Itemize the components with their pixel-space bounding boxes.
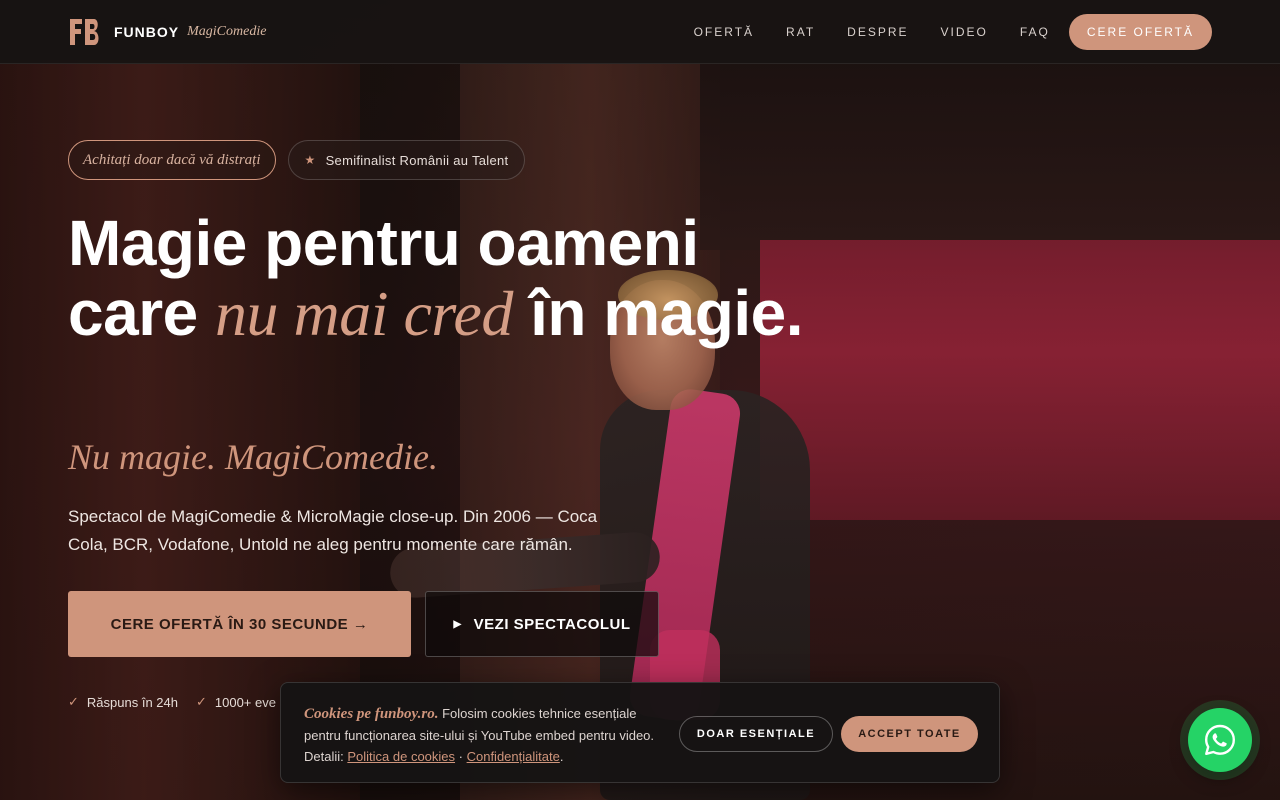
accept-all-button[interactable]: ACCEPT TOATE	[841, 716, 978, 752]
pay-if-fun-pill: Achitați doar dacă vă distrați	[68, 140, 276, 180]
whatsapp-icon	[1205, 724, 1235, 755]
brand-name: FUNBOY	[114, 24, 180, 40]
check-item-label: Răspuns în 24h	[86, 694, 178, 710]
nav-item-oferta[interactable]: OFERTĂ	[694, 25, 754, 39]
hero-pills: Achitați doar dacă vă distrați ★ Semifin…	[68, 140, 526, 180]
cookie-title: Cookies pe funboy.ro.	[304, 706, 439, 722]
star-icon: ★	[304, 153, 316, 167]
nav-item-rat[interactable]: RAT	[786, 25, 815, 39]
watch-show-label: VEZI SPECTACOLUL	[473, 615, 631, 633]
talent-badge: ★ Semifinalist Românii au Talent	[287, 140, 526, 180]
cookie-separator: ·	[455, 749, 467, 764]
check-item-response: ✓ Răspuns în 24h	[68, 694, 178, 710]
check-icon: ✓	[195, 694, 207, 709]
nav-item-despre[interactable]: DESPRE	[847, 25, 908, 39]
brand-subtitle: MagiComedie	[187, 24, 267, 39]
cookie-text: Cookies pe funboy.ro. Folosim cookies te…	[304, 703, 664, 767]
hero-background	[0, 0, 1280, 800]
privacy-link[interactable]: Confidențialitate	[467, 749, 560, 764]
nav-item-faq[interactable]: FAQ	[1020, 25, 1050, 39]
headline-part-2: în magie.	[512, 277, 803, 349]
whatsapp-button[interactable]	[1188, 708, 1252, 772]
logo-mark-icon	[70, 19, 99, 45]
watch-show-button[interactable]: ▶ VEZI SPECTACOLUL	[425, 591, 659, 657]
cookie-banner: Cookies pe funboy.ro. Folosim cookies te…	[280, 682, 1000, 783]
check-item-events: ✓ 1000+ eve	[196, 694, 276, 710]
site-logo[interactable]: FUNBOY MagiComedie	[68, 17, 266, 47]
nav-item-video[interactable]: VIDEO	[941, 25, 988, 39]
header-request-offer-button[interactable]: CERE OFERTĂ	[1068, 14, 1212, 50]
essential-only-button[interactable]: DOAR ESENȚIALE	[679, 716, 833, 752]
check-icon: ✓	[68, 694, 79, 709]
main-nav: OFERTĂ RAT DESPRE VIDEO FAQ CERE OFERTĂ	[694, 0, 1212, 64]
talent-badge-label: Semifinalist Românii au Talent	[325, 152, 509, 168]
hero-checklist: ✓ Răspuns în 24h ✓ 1000+ eve	[68, 694, 294, 710]
hero-headline: Magie pentru oameni care nu mai cred în …	[68, 208, 808, 349]
hero-description: Spectacol de MagiComedie & MicroMagie cl…	[68, 507, 598, 554]
hero-tagline: Nu magie. MagiComedie.	[68, 437, 438, 477]
site-header: FUNBOY MagiComedie OFERTĂ RAT DESPRE VID…	[0, 0, 1280, 64]
cookie-end: .	[559, 749, 564, 764]
check-item-label: 1000+ eve	[214, 694, 276, 710]
headline-accent: nu mai cred	[214, 278, 513, 349]
request-offer-button[interactable]: CERE OFERTĂ ÎN 30 SECUNDE →	[68, 591, 411, 657]
cookie-policy-link[interactable]: Politica de cookies	[347, 749, 455, 764]
play-icon: ▶	[453, 618, 462, 630]
